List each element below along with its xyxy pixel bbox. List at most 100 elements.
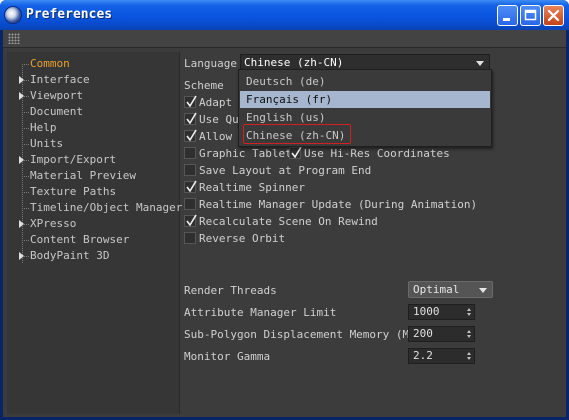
tree-item-units[interactable]: Units bbox=[7, 136, 179, 152]
tree-item-content-browser[interactable]: Content Browser bbox=[7, 232, 179, 248]
checkbox[interactable] bbox=[184, 112, 197, 125]
checkmark-icon bbox=[291, 146, 302, 159]
spin-down-icon[interactable] bbox=[467, 335, 471, 338]
expand-arrow-icon[interactable] bbox=[19, 220, 24, 228]
tree-connector bbox=[22, 64, 29, 65]
subpoly-memory-field[interactable]: 200 bbox=[408, 326, 475, 342]
checkmark-icon bbox=[186, 180, 197, 193]
language-option[interactable]: English (us) bbox=[240, 109, 490, 126]
tree-item-label: Document bbox=[30, 105, 83, 118]
chevron-down-icon bbox=[479, 288, 487, 293]
expand-arrow-icon[interactable] bbox=[19, 92, 24, 100]
language-option[interactable]: Deutsch (de) bbox=[240, 73, 490, 90]
checkbox[interactable] bbox=[184, 147, 196, 159]
tree-item-label: Content Browser bbox=[30, 233, 130, 246]
checkbox[interactable] bbox=[184, 180, 197, 193]
tree-item-label: Units bbox=[30, 137, 64, 150]
minimize-button[interactable] bbox=[497, 5, 518, 26]
checkbox[interactable] bbox=[184, 95, 197, 108]
tree-item-document[interactable]: Document bbox=[7, 104, 179, 120]
tree-item-interface[interactable]: Interface bbox=[7, 72, 179, 88]
checkbox-label: Realtime Manager Update (During Animatio… bbox=[199, 198, 478, 211]
maximize-button[interactable] bbox=[520, 5, 541, 26]
spin-up-icon[interactable] bbox=[467, 330, 471, 333]
language-label: Language bbox=[184, 57, 237, 70]
tree-item-label: Texture Paths bbox=[30, 185, 117, 198]
tree-item-viewport[interactable]: Viewport bbox=[7, 88, 179, 104]
tree-item-import-export[interactable]: Import/Export bbox=[7, 152, 179, 168]
expand-arrow-icon[interactable] bbox=[19, 252, 24, 260]
tree-item-help[interactable]: Help bbox=[7, 120, 179, 136]
tree-item-bodypaint-3d[interactable]: BodyPaint 3D bbox=[7, 248, 179, 264]
spin-down-icon[interactable] bbox=[467, 313, 471, 316]
maximize-icon bbox=[524, 9, 537, 21]
monitor-gamma-label: Monitor Gamma bbox=[184, 350, 271, 363]
tree-connector bbox=[22, 192, 29, 193]
spin-up-icon[interactable] bbox=[467, 308, 471, 311]
tree-connector bbox=[22, 144, 29, 145]
chevron-down-icon bbox=[476, 61, 484, 66]
attribute-manager-limit-label: Attribute Manager Limit bbox=[184, 306, 337, 319]
checkbox-label: Allow bbox=[199, 130, 233, 143]
tree-item-label: BodyPaint 3D bbox=[30, 249, 110, 262]
app-icon bbox=[5, 7, 21, 23]
render-threads-select[interactable]: Optimal bbox=[408, 281, 493, 298]
tree-item-label: Viewport bbox=[30, 89, 83, 102]
checkmark-icon bbox=[186, 129, 197, 142]
attribute-manager-limit-value: 1000 bbox=[413, 305, 440, 318]
drag-grip-icon[interactable] bbox=[8, 33, 20, 44]
tree-item-timeline-object-manager[interactable]: Timeline/Object Manager bbox=[7, 200, 183, 216]
tree-item-label: Material Preview bbox=[30, 169, 136, 182]
checkbox[interactable] bbox=[184, 232, 196, 244]
checkbox[interactable] bbox=[184, 164, 196, 176]
tree-connector bbox=[22, 208, 29, 209]
tree-item-texture-paths[interactable]: Texture Paths bbox=[7, 184, 179, 200]
toolbar-strip bbox=[3, 30, 566, 48]
minimize-icon bbox=[503, 18, 510, 21]
scheme-label: Scheme bbox=[184, 79, 224, 92]
checkbox[interactable] bbox=[184, 198, 196, 210]
category-tree-panel: Common Interface Viewport Document Help Units… bbox=[7, 52, 183, 414]
subpoly-memory-label: Sub-Polygon Displacement Memory (MB) bbox=[184, 328, 423, 341]
language-option[interactable]: Français (fr) bbox=[240, 91, 490, 108]
checkbox-label: Reverse Orbit bbox=[199, 232, 286, 245]
checkmark-icon bbox=[186, 112, 197, 125]
monitor-gamma-value: 2.2 bbox=[413, 349, 433, 362]
render-threads-label: Render Threads bbox=[184, 284, 277, 297]
close-icon bbox=[547, 9, 560, 22]
tree-connector bbox=[22, 112, 29, 113]
subpoly-memory-value: 200 bbox=[413, 327, 433, 340]
spin-down-icon[interactable] bbox=[467, 357, 471, 360]
checkbox-label: Realtime Spinner bbox=[199, 181, 305, 194]
tree-item-label: Import/Export bbox=[30, 153, 117, 166]
language-select-value: Chinese (zh-CN) bbox=[244, 56, 344, 69]
render-threads-value: Optimal bbox=[413, 283, 460, 296]
spin-up-icon[interactable] bbox=[467, 352, 471, 355]
tree-item-common[interactable]: Common bbox=[7, 56, 179, 72]
expand-arrow-icon[interactable] bbox=[19, 156, 24, 164]
tree-connector bbox=[22, 240, 29, 241]
checkbox[interactable] bbox=[289, 146, 302, 159]
tree-item-label: Help bbox=[30, 121, 57, 134]
checkmark-icon bbox=[186, 214, 197, 227]
window-title: Preferences bbox=[26, 7, 113, 22]
tree-connector bbox=[22, 128, 29, 129]
tree-item-material-preview[interactable]: Material Preview bbox=[7, 168, 179, 184]
tree-item-label: XPresso bbox=[30, 217, 77, 230]
tree-connector bbox=[22, 176, 29, 177]
checkmark-icon bbox=[186, 95, 197, 108]
language-option[interactable]: Chinese (zh-CN) bbox=[240, 127, 490, 144]
checkbox-label: Graphic Tablet bbox=[199, 147, 292, 160]
expand-arrow-icon[interactable] bbox=[19, 76, 24, 84]
checkbox[interactable] bbox=[184, 129, 197, 142]
title-bar[interactable]: Preferences bbox=[0, 0, 569, 30]
checkbox-label: Adapt bbox=[199, 96, 233, 109]
language-dropdown-menu: Deutsch (de) Français (fr) English (us) Chi… bbox=[238, 69, 492, 147]
checkbox-label: Use Hi-Res Coordinates bbox=[304, 147, 450, 160]
tree-item-xpresso[interactable]: XPresso bbox=[7, 216, 179, 232]
close-button[interactable] bbox=[543, 5, 564, 26]
tree-item-label: Timeline/Object Manager bbox=[30, 201, 183, 214]
attribute-manager-limit-field[interactable]: 1000 bbox=[408, 304, 475, 320]
checkbox[interactable] bbox=[184, 214, 197, 227]
monitor-gamma-field[interactable]: 2.2 bbox=[408, 348, 475, 364]
